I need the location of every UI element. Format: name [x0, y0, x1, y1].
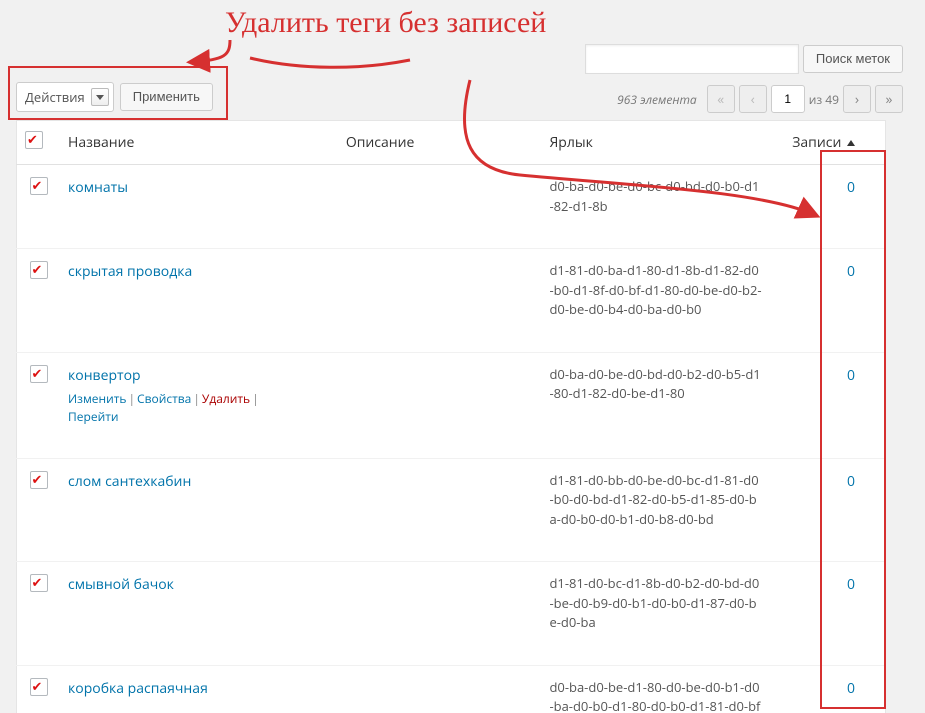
page-last-button[interactable]: » [875, 85, 903, 113]
row-action-quick-edit[interactable]: Свойства [137, 390, 191, 407]
row-actions: Изменить|Свойства|Удалить|Перейти [68, 390, 330, 426]
search-input[interactable] [585, 44, 799, 74]
row-description-cell [338, 165, 542, 249]
page-current-input[interactable] [771, 85, 805, 113]
row-slug-cell: d1-81-d0-bb-d0-be-d0-bc-d1-81-d0-b0-d0-b… [541, 458, 769, 562]
row-checkbox-cell [17, 249, 61, 353]
table-row: смывной бачок d1-81-d0-bc-d1-8b-d0-b2-d0-… [17, 562, 886, 666]
row-count-link[interactable]: 0 [847, 178, 855, 197]
bulk-actions-select[interactable]: Действия [16, 82, 114, 112]
row-name-cell: смывной бачок [60, 562, 338, 666]
tag-name-link[interactable]: смывной бачок [68, 575, 174, 594]
bulk-actions-bar: Действия Применить [16, 82, 213, 112]
page-wrap: Удалить теги без записей Поиск меток Дей… [0, 0, 925, 713]
item-count: 963 элемента [617, 91, 697, 108]
row-action-view[interactable]: Перейти [68, 408, 118, 425]
row-description-cell [338, 562, 542, 666]
col-header-slug[interactable]: Ярлык [541, 121, 769, 165]
row-checkbox[interactable] [30, 574, 48, 592]
row-slug-cell: d1-81-d0-ba-d1-80-d1-8b-d1-82-d0-b0-d1-8… [541, 249, 769, 353]
table-row: комнаты d0-ba-d0-be-d0-bc-d0-bd-d0-b0-d1-… [17, 165, 886, 249]
row-count-cell: 0 [770, 249, 886, 353]
tag-name-link[interactable]: слом сантехкабин [68, 472, 191, 491]
row-count-link[interactable]: 0 [847, 575, 855, 594]
col-header-count[interactable]: Записи [770, 121, 886, 165]
row-count-cell: 0 [770, 665, 886, 713]
row-action-delete[interactable]: Удалить [202, 390, 250, 407]
pagination: 963 элемента « ‹ из 49 › » [617, 85, 903, 113]
row-name-cell: коробка распаячная [60, 665, 338, 713]
row-count-cell: 0 [770, 352, 886, 458]
bulk-actions-select-label: Действия [25, 88, 85, 106]
row-checkbox[interactable] [30, 261, 48, 279]
row-count-link[interactable]: 0 [847, 262, 855, 281]
tag-name-link[interactable]: комнаты [68, 178, 128, 197]
page-of-text: из 49 [809, 91, 839, 108]
row-checkbox[interactable] [30, 678, 48, 696]
annotation-title: Удалить теги без записей [225, 6, 546, 40]
col-header-count-label: Записи [792, 133, 841, 152]
apply-button[interactable]: Применить [120, 83, 213, 111]
select-all-checkbox[interactable] [25, 131, 43, 149]
row-count-cell: 0 [770, 562, 886, 666]
row-description-cell [338, 249, 542, 353]
table-row: слом сантехкабин d1-81-d0-bb-d0-be-d0-bc-… [17, 458, 886, 562]
col-header-name[interactable]: Название [60, 121, 338, 165]
row-slug-cell: d0-ba-d0-be-d0-bc-d0-bd-d0-b0-d1-82-d1-8… [541, 165, 769, 249]
table-row: коробка распаячная d0-ba-d0-be-d1-80-d0-b… [17, 665, 886, 713]
row-checkbox[interactable] [30, 471, 48, 489]
table-row: скрытая проводка d1-81-d0-ba-d1-80-d1-8b-… [17, 249, 886, 353]
col-header-checkbox [17, 121, 61, 165]
row-description-cell [338, 665, 542, 713]
row-description-cell [338, 458, 542, 562]
search-region: Поиск меток [585, 44, 903, 74]
search-button[interactable]: Поиск меток [803, 45, 903, 73]
row-count-cell: 0 [770, 165, 886, 249]
row-count-cell: 0 [770, 458, 886, 562]
row-name-cell: комнаты [60, 165, 338, 249]
sort-asc-icon [847, 140, 855, 146]
tag-name-link[interactable]: коробка распаячная [68, 679, 208, 698]
row-checkbox[interactable] [30, 365, 48, 383]
row-description-cell [338, 352, 542, 458]
col-header-description[interactable]: Описание [338, 121, 542, 165]
row-name-cell: скрытая проводка [60, 249, 338, 353]
tag-name-link[interactable]: конвертор [68, 366, 141, 385]
tag-name-link[interactable]: скрытая проводка [68, 262, 192, 281]
row-slug-cell: d1-81-d0-bc-d1-8b-d0-b2-d0-bd-d0-be-d0-b… [541, 562, 769, 666]
row-checkbox-cell [17, 562, 61, 666]
row-checkbox-cell [17, 352, 61, 458]
row-name-cell: слом сантехкабин [60, 458, 338, 562]
row-slug-cell: d0-ba-d0-be-d1-80-d0-be-d0-b1-d0-ba-d0-b… [541, 665, 769, 713]
table-row: конвертор Изменить|Свойства|Удалить|Перей… [17, 352, 886, 458]
tags-table: Название Описание Ярлык Записи комнаты d0… [16, 120, 886, 713]
row-slug-cell: d0-ba-d0-be-d0-bd-d0-b2-d0-b5-d1-80-d1-8… [541, 352, 769, 458]
row-count-link[interactable]: 0 [847, 472, 855, 491]
row-count-link[interactable]: 0 [847, 366, 855, 385]
row-checkbox-cell [17, 165, 61, 249]
table-header-row: Название Описание Ярлык Записи [17, 121, 886, 165]
page-first-button[interactable]: « [707, 85, 735, 113]
page-prev-button[interactable]: ‹ [739, 85, 767, 113]
row-checkbox[interactable] [30, 177, 48, 195]
row-count-link[interactable]: 0 [847, 679, 855, 698]
row-checkbox-cell [17, 458, 61, 562]
row-action-edit[interactable]: Изменить [68, 390, 126, 407]
page-next-button[interactable]: › [843, 85, 871, 113]
row-name-cell: конвертор Изменить|Свойства|Удалить|Перей… [60, 352, 338, 458]
row-checkbox-cell [17, 665, 61, 713]
chevron-down-icon [91, 88, 109, 106]
